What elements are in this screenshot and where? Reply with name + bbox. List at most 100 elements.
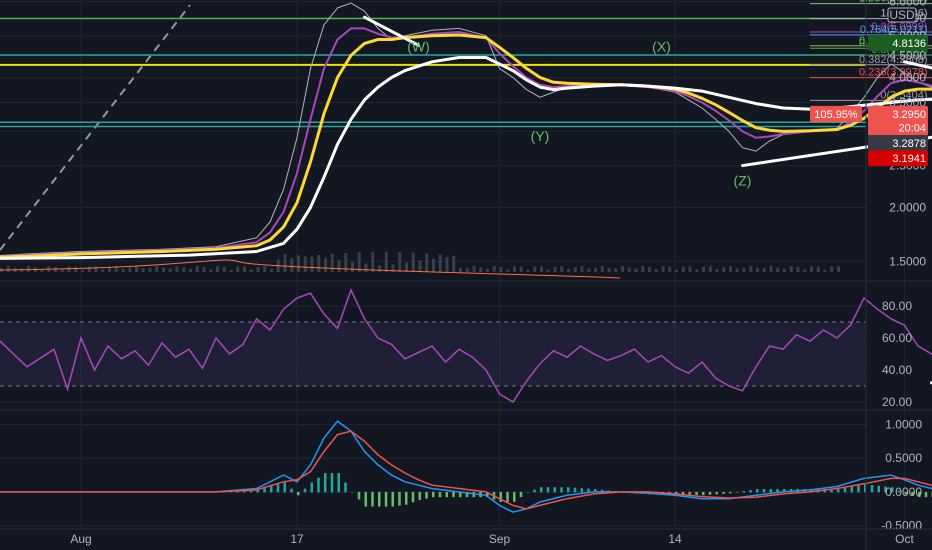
macd-histogram-bar [870, 485, 874, 493]
volume-bar [303, 256, 307, 272]
volume-bar [729, 266, 732, 272]
macd-histogram-bar [533, 489, 536, 493]
volume-bar [249, 269, 253, 272]
macd-histogram-bar [850, 486, 853, 493]
volume-bar [722, 267, 726, 272]
macd-histogram-bar [769, 489, 772, 493]
macd-histogram-bar [695, 491, 698, 496]
volume-bar [189, 268, 192, 272]
macd-histogram-bar [445, 491, 448, 498]
macd-histogram-bar [553, 487, 556, 493]
macd-histogram-bar [351, 491, 354, 493]
volume-bar [135, 266, 138, 272]
macd-histogram-bar [729, 491, 732, 494]
wave-label: (W) [407, 38, 430, 54]
volume-bar [229, 269, 233, 272]
volume-bar [398, 252, 402, 272]
wave-label: (Z) [734, 172, 752, 188]
volume-bar [452, 255, 456, 272]
volume-bar [837, 266, 840, 272]
volume-bar [634, 268, 638, 272]
volume-bar [297, 255, 300, 272]
volume-bar [492, 266, 496, 272]
volume-bar [675, 269, 678, 272]
macd-axis-tick: 0.5000 [885, 451, 922, 465]
volume-bar [803, 269, 807, 272]
macd-histogram-bar [756, 489, 759, 493]
macd-histogram-bar [580, 488, 583, 493]
volume-bar [789, 266, 793, 272]
volume-bar [621, 266, 624, 272]
macd-histogram-bar [749, 490, 752, 493]
volume-bar [715, 269, 719, 272]
volume-bar [175, 266, 179, 272]
macd-histogram-bar [303, 488, 307, 493]
volume-bar [337, 259, 341, 272]
volume-bar [708, 266, 712, 272]
volume-bar [121, 268, 125, 272]
volume-bar [513, 266, 516, 272]
volume-bar [371, 252, 375, 272]
volume-bar [641, 266, 645, 272]
price-tag-label: 4.8136 [892, 38, 926, 50]
volume-bar [270, 268, 273, 272]
volume-bar [499, 267, 503, 272]
macd-histogram-bar [425, 491, 428, 499]
volume-bar [546, 269, 550, 272]
chart-background [0, 0, 932, 550]
macd-histogram-bar [364, 491, 367, 507]
volume-bar [425, 253, 429, 272]
volume-bar [310, 256, 314, 272]
macd-histogram-bar [438, 491, 442, 498]
volume-bar [654, 269, 658, 272]
macd-histogram-bar [843, 487, 847, 493]
macd-histogram-bar [924, 491, 928, 498]
macd-histogram-bar [405, 491, 408, 505]
macd-histogram-bar [513, 491, 516, 502]
macd-histogram-bar [708, 491, 712, 495]
macd-histogram-bar [702, 491, 705, 496]
macd-histogram-bar [837, 489, 840, 493]
macd-histogram-bar [384, 491, 388, 507]
volume-bar [823, 269, 827, 272]
volume-bar [567, 268, 570, 272]
volume-bar [216, 266, 219, 272]
volume-bar [81, 270, 84, 272]
volume-bar [776, 267, 780, 272]
macd-histogram-bar [344, 482, 347, 493]
volume-bar [195, 266, 199, 272]
macd-histogram-bar [546, 487, 550, 493]
volume-bar [519, 266, 523, 272]
volume-bar [769, 266, 773, 272]
volume-bar [459, 267, 462, 272]
volume-bar [162, 267, 165, 272]
price-tag-label: 3.1941 [892, 153, 926, 165]
volume-bar [330, 253, 334, 272]
volume-bar [384, 252, 388, 272]
volume-bar [560, 266, 564, 272]
volume-bar [661, 266, 665, 272]
price-axis-tick: 1.5000 [889, 254, 926, 268]
volume-bar [438, 254, 442, 272]
macd-histogram-bar [762, 489, 766, 493]
volume-bar [614, 268, 618, 272]
macd-histogram-bar [715, 491, 718, 495]
volume-bar [182, 267, 186, 272]
time-axis-tick: 17 [290, 532, 304, 546]
macd-histogram-bar [735, 491, 739, 493]
volume-bar [27, 266, 30, 272]
macd-histogram-bar [411, 491, 415, 503]
price-tag-label: 20:04 [898, 123, 926, 135]
macd-histogram-bar [283, 482, 286, 493]
macd-histogram-bar [560, 487, 563, 493]
macd-histogram-bar [297, 491, 300, 496]
volume-bar [830, 266, 834, 272]
trading-chart[interactable]: 1.236(5.9360)1(5.4786)0.8(5.0999)0.764(5… [0, 0, 932, 550]
volume-bar [445, 257, 449, 272]
volume-bar [587, 268, 591, 272]
rsi-axis-tick: 40.00 [882, 363, 912, 377]
volume-bar [155, 266, 159, 272]
volume-bar [681, 266, 685, 272]
time-axis-tick: Aug [70, 532, 91, 546]
macd-histogram-bar [506, 491, 509, 502]
